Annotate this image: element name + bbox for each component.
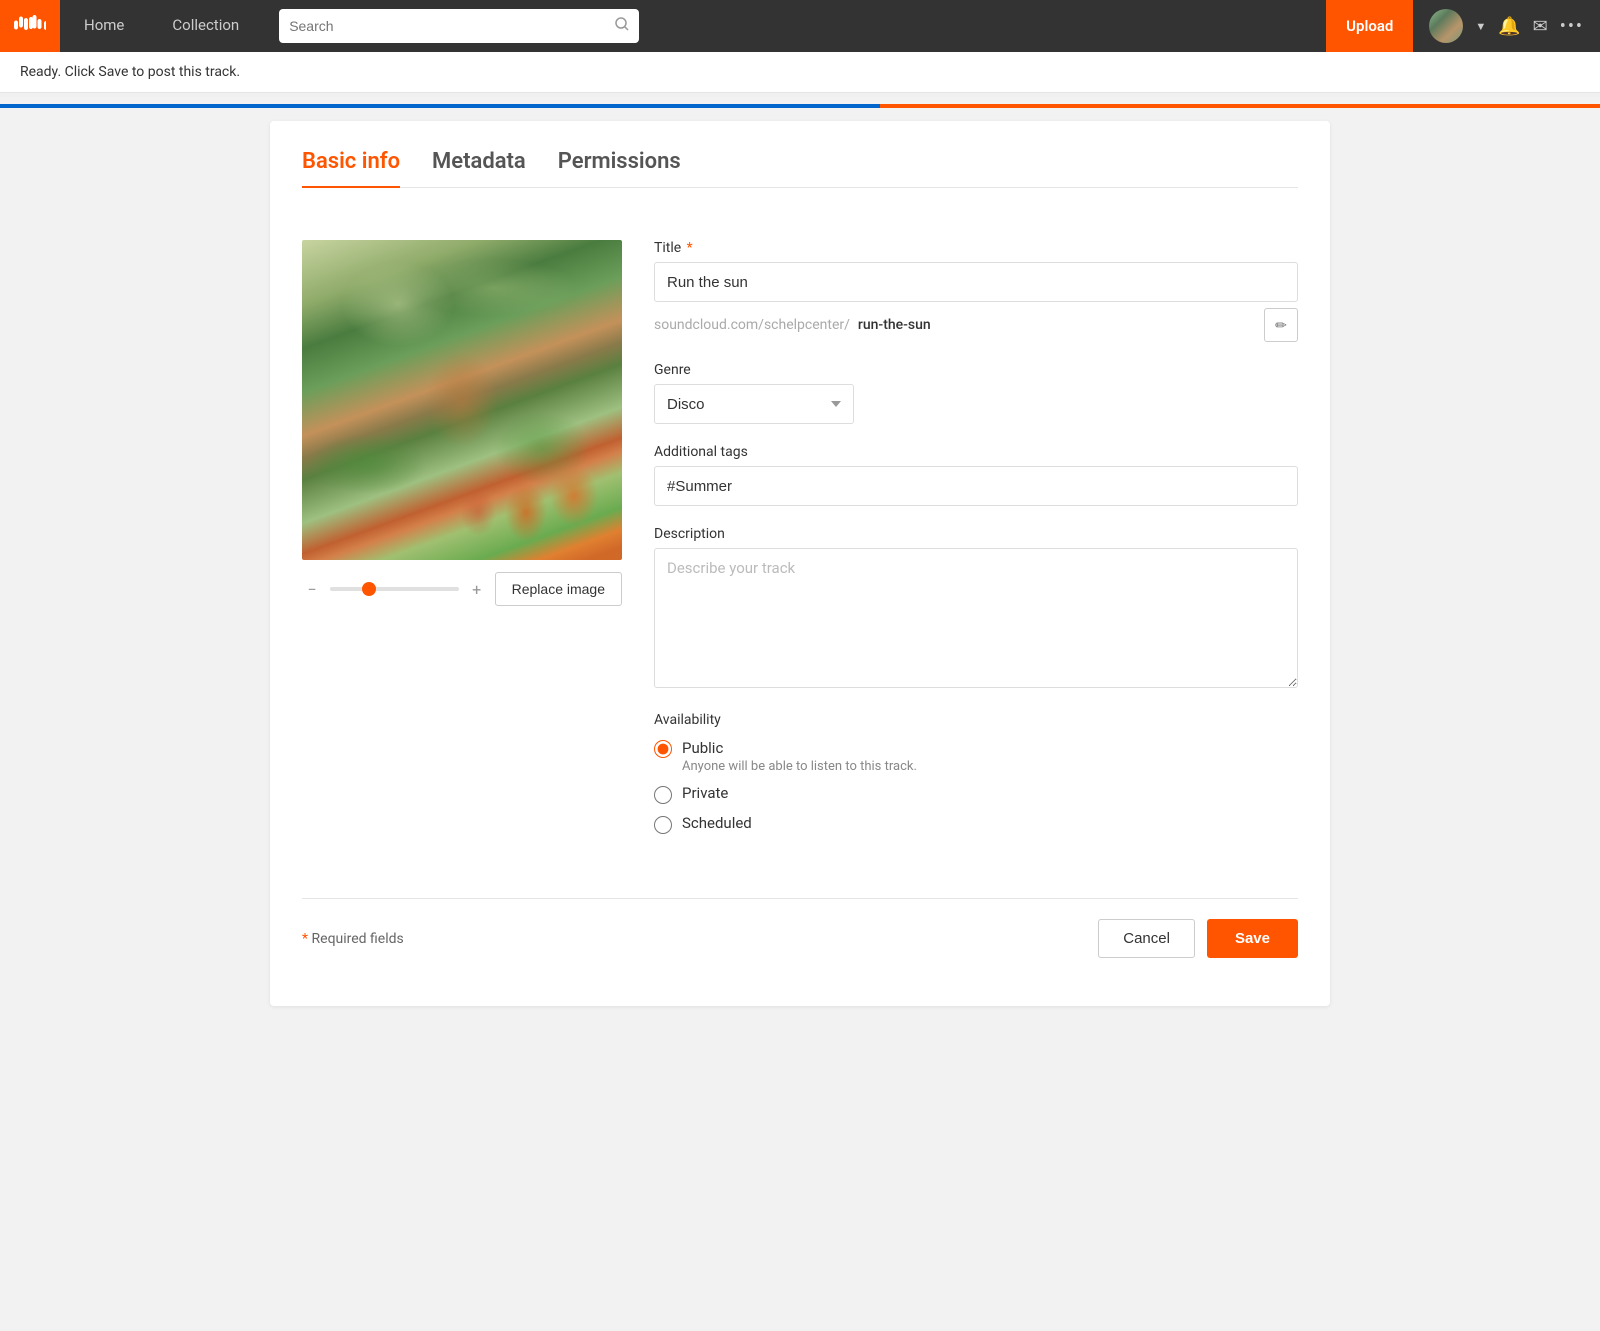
title-required-star: * [683,240,693,256]
tags-label: Additional tags [654,444,1298,460]
tags-field-group: Additional tags [654,444,1298,506]
availability-scheduled-radio[interactable] [654,816,672,834]
zoom-slider[interactable] [330,587,459,591]
tab-metadata[interactable]: Metadata [432,149,526,188]
required-note-star: * [302,931,312,947]
image-section: − + Replace image [302,240,622,854]
description-field-group: Description [654,526,1298,692]
availability-private-option: Private [654,784,1298,804]
url-prefix: soundcloud.com/schelpcenter/ [654,317,850,333]
search-area [279,9,1310,43]
replace-image-button[interactable]: Replace image [495,572,622,606]
track-image [302,240,622,560]
availability-public-sublabel: Anyone will be able to listen to this tr… [682,759,917,774]
tags-input[interactable] [654,466,1298,506]
save-button[interactable]: Save [1207,919,1298,958]
availability-public-radio[interactable] [654,740,672,758]
availability-scheduled-label[interactable]: Scheduled [682,814,752,832]
url-slug: run-the-sun [858,317,931,333]
bell-icon[interactable]: 🔔 [1498,16,1520,37]
required-note: * Required fields [302,931,404,947]
pencil-icon: ✏ [1275,317,1287,334]
availability-public-label[interactable]: Public [682,739,723,757]
upload-button[interactable]: Upload [1326,0,1413,52]
navbar-right: ▼ 🔔 ✉ ••• [1413,9,1600,43]
search-input[interactable] [289,18,615,34]
title-input[interactable] [654,262,1298,302]
progress-empty [880,104,1600,108]
genre-select[interactable]: Disco Pop Rock Hip-hop Electronic Jazz C… [654,384,854,424]
form-footer: * Required fields Cancel Save [302,898,1298,978]
footer-buttons: Cancel Save [1098,919,1298,958]
description-textarea[interactable] [654,548,1298,688]
form-layout: − + Replace image Title * s [302,216,1298,878]
status-message: Ready. Click Save to post this track. [20,64,240,80]
edit-url-button[interactable]: ✏ [1264,308,1298,342]
soundcloud-logo-icon [14,14,46,39]
availability-public-option: Public Anyone will be able to listen to … [654,738,1298,774]
form-fields: Title * soundcloud.com/schelpcenter/ run… [654,240,1298,854]
content-card: Basic info Metadata Permissions − + Repl… [270,121,1330,1006]
genre-field-group: Genre Disco Pop Rock Hip-hop Electronic … [654,362,1298,424]
navbar: Home Collection Upload ▼ 🔔 ✉ ••• [0,0,1600,52]
title-label: Title * [654,240,1298,256]
chevron-down-icon[interactable]: ▼ [1475,20,1486,33]
genre-label: Genre [654,362,1298,378]
availability-field-group: Availability Public Anyone will be able … [654,712,1298,834]
url-row: soundcloud.com/schelpcenter/ run-the-sun… [654,308,1298,342]
tab-basic-info[interactable]: Basic info [302,149,400,188]
progress-filled [0,104,880,108]
tab-permissions[interactable]: Permissions [558,149,681,188]
search-icon [615,17,629,35]
image-controls: − + Replace image [302,572,622,606]
availability-scheduled-option: Scheduled [654,814,1298,834]
main-content: Basic info Metadata Permissions − + Repl… [250,97,1350,1030]
progress-bar [0,93,1600,97]
mail-icon[interactable]: ✉ [1533,16,1548,37]
zoom-in-button[interactable]: + [467,580,487,599]
status-bar: Ready. Click Save to post this track. [0,52,1600,93]
zoom-slider-thumb[interactable] [362,582,376,596]
title-field-group: Title * soundcloud.com/schelpcenter/ run… [654,240,1298,342]
avatar[interactable] [1429,9,1463,43]
zoom-out-button[interactable]: − [302,580,322,599]
availability-private-radio[interactable] [654,786,672,804]
availability-label: Availability [654,712,1298,728]
availability-private-label[interactable]: Private [682,784,728,802]
cancel-button[interactable]: Cancel [1098,919,1195,958]
nav-collection[interactable]: Collection [148,0,263,52]
more-icon[interactable]: ••• [1560,16,1584,37]
required-fields-label: Required fields [312,931,404,947]
nav-home[interactable]: Home [60,0,148,52]
logo[interactable] [0,0,60,52]
tabs: Basic info Metadata Permissions [302,149,1298,188]
nav-links: Home Collection [60,0,263,52]
search-wrapper [279,9,639,43]
description-label: Description [654,526,1298,542]
